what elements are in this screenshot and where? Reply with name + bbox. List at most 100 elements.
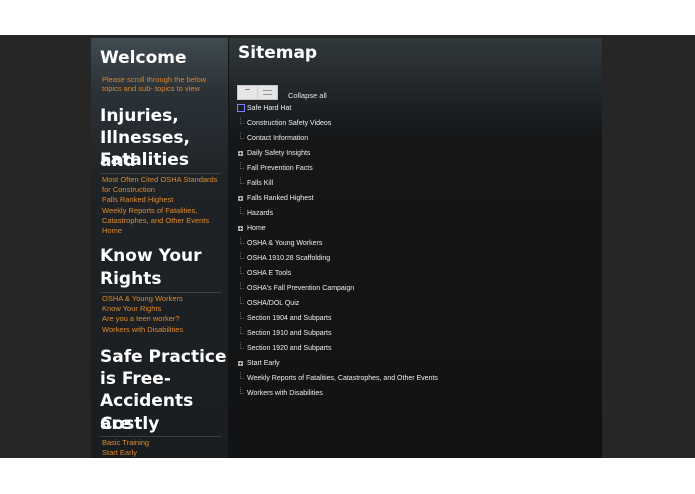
rights-heading-line-1: Know Your bbox=[100, 246, 202, 266]
page-stage: Welcome Please scroll through the below … bbox=[0, 35, 695, 458]
tree-row[interactable]: Hazards bbox=[237, 207, 597, 222]
main-content: Sitemap Collapse all Safe Hard Hat Constr… bbox=[229, 38, 602, 458]
tree-branch-line bbox=[240, 282, 244, 289]
tree-item-label[interactable]: Start Early bbox=[247, 359, 280, 368]
safe-heading-line-2: is Free- bbox=[100, 369, 171, 389]
tree-branch-line bbox=[240, 162, 244, 169]
tree-branch-line bbox=[240, 312, 244, 319]
tree-item-label[interactable]: OSHA/DOL Quiz bbox=[247, 299, 299, 308]
tree-row[interactable]: Falls Ranked Highest bbox=[237, 192, 597, 207]
tree-item-label[interactable]: Weekly Reports of Fatalities, Catastroph… bbox=[247, 374, 438, 383]
list-view-button[interactable] bbox=[258, 86, 278, 99]
tree-item-label[interactable]: Contact Information bbox=[247, 134, 308, 143]
link-know-your-rights[interactable]: Know Your Rights bbox=[102, 304, 220, 314]
tree-row[interactable]: OSHA's Fall Prevention Campaign bbox=[237, 282, 597, 297]
injuries-links: Most Often Cited OSHA Standards for Cons… bbox=[102, 175, 220, 236]
link-basic-training[interactable]: Basic Training bbox=[102, 438, 220, 448]
tree-item-label[interactable]: Falls Ranked Highest bbox=[247, 194, 314, 203]
link-teen-worker[interactable]: Are you a teen worker? bbox=[102, 314, 220, 324]
tree-item-label[interactable]: OSHA E Tools bbox=[247, 269, 291, 278]
safe-links: Basic Training Start Early bbox=[102, 438, 220, 458]
tree-item-label[interactable]: Daily Safety Insights bbox=[247, 149, 310, 158]
tree-row[interactable]: OSHA 1910.28 Scaffolding bbox=[237, 252, 597, 267]
expand-plus-icon[interactable] bbox=[238, 151, 243, 156]
tree-row[interactable]: Construction Safety Videos bbox=[237, 117, 597, 132]
tree-item-label[interactable]: OSHA 1910.28 Scaffolding bbox=[247, 254, 330, 263]
tree-branch-line bbox=[240, 387, 244, 394]
link-most-often-cited-cont[interactable]: for Construction bbox=[102, 185, 220, 195]
link-start-early[interactable]: Start Early bbox=[102, 448, 220, 458]
expand-plus-icon[interactable] bbox=[238, 226, 243, 231]
top-margin bbox=[0, 0, 695, 35]
sitemap-tree: Safe Hard Hat Construction Safety Videos C… bbox=[237, 102, 597, 402]
tree-row[interactable]: Daily Safety Insights bbox=[237, 147, 597, 162]
tree-branch-line bbox=[240, 207, 244, 214]
welcome-subtext-line-2: topics and sub- topics to view bbox=[102, 84, 200, 93]
bottom-margin bbox=[0, 458, 695, 494]
tree-item-label[interactable]: OSHA's Fall Prevention Campaign bbox=[247, 284, 354, 293]
tree-branch-line bbox=[240, 177, 244, 184]
tree-item-label[interactable]: Falls Kill bbox=[247, 179, 273, 188]
link-falls-ranked-highest[interactable]: Falls Ranked Highest bbox=[102, 195, 220, 205]
tree-row[interactable]: Safe Hard Hat bbox=[237, 102, 597, 117]
expand-plus-icon[interactable] bbox=[238, 361, 243, 366]
tree-row[interactable]: OSHA & Young Workers bbox=[237, 237, 597, 252]
tree-item-label[interactable]: Hazards bbox=[247, 209, 273, 218]
expand-all-button[interactable] bbox=[238, 86, 258, 99]
tree-branch-line bbox=[240, 237, 244, 244]
tree-branch-line bbox=[240, 117, 244, 124]
tree-item-label[interactable]: Construction Safety Videos bbox=[247, 119, 331, 128]
injuries-heading-line-3: Fatalities bbox=[100, 150, 189, 170]
sidebar: Welcome Please scroll through the below … bbox=[91, 38, 228, 458]
list-icon bbox=[263, 90, 272, 95]
injuries-heading-line-1: Injuries, bbox=[100, 106, 179, 126]
tree-row[interactable]: OSHA/DOL Quiz bbox=[237, 297, 597, 312]
collapse-all-link[interactable]: Collapse all bbox=[288, 91, 327, 101]
tree-branch-line bbox=[240, 132, 244, 139]
link-most-often-cited[interactable]: Most Often Cited OSHA Standards bbox=[102, 175, 220, 185]
tree-row[interactable]: Weekly Reports of Fatalities, Catastroph… bbox=[237, 372, 597, 387]
tree-branch-line bbox=[240, 327, 244, 334]
link-home[interactable]: Home bbox=[102, 226, 220, 236]
rights-links: OSHA & Young Workers Know Your Rights Ar… bbox=[102, 294, 220, 335]
tree-row[interactable]: Fall Prevention Facts bbox=[237, 162, 597, 177]
tree-toolbar bbox=[237, 85, 278, 100]
tree-row[interactable]: Start Early bbox=[237, 357, 597, 372]
divider bbox=[100, 292, 221, 293]
link-weekly-reports[interactable]: Weekly Reports of Fatalities, bbox=[102, 206, 220, 216]
tree-branch-line bbox=[240, 372, 244, 379]
divider bbox=[100, 173, 221, 174]
safe-heading-line-1: Safe Practice bbox=[100, 347, 227, 367]
tree-item-label[interactable]: Section 1920 and Subparts bbox=[247, 344, 331, 353]
tree-item-label[interactable]: Fall Prevention Facts bbox=[247, 164, 313, 173]
tree-row[interactable]: Home bbox=[237, 222, 597, 237]
rights-heading-line-2: Rights bbox=[100, 269, 162, 289]
tree-item-label[interactable]: Home bbox=[247, 224, 266, 233]
tree-item-label[interactable]: Safe Hard Hat bbox=[247, 104, 291, 113]
link-osha-young-workers[interactable]: OSHA & Young Workers bbox=[102, 294, 220, 304]
tree-branch-line bbox=[240, 342, 244, 349]
tree-branch-line bbox=[240, 297, 244, 304]
tree-row[interactable]: OSHA E Tools bbox=[237, 267, 597, 282]
safe-heading-line-4: Costly bbox=[100, 414, 160, 434]
tree-checkbox-icon[interactable] bbox=[237, 104, 245, 112]
tree-branch-line bbox=[240, 252, 244, 259]
link-workers-disabilities[interactable]: Workers with Disabilities bbox=[102, 325, 220, 335]
tree-branch-line bbox=[240, 267, 244, 274]
tree-row[interactable]: Contact Information bbox=[237, 132, 597, 147]
tree-item-label[interactable]: Workers with Disabilities bbox=[247, 389, 323, 398]
tree-item-label[interactable]: OSHA & Young Workers bbox=[247, 239, 322, 248]
link-weekly-reports-cont[interactable]: Catastrophes, and Other Events bbox=[102, 216, 220, 226]
tree-row[interactable]: Section 1910 and Subparts bbox=[237, 327, 597, 342]
tree-item-label[interactable]: Section 1904 and Subparts bbox=[247, 314, 331, 323]
tree-row[interactable]: Falls Kill bbox=[237, 177, 597, 192]
tree-row[interactable]: Section 1920 and Subparts bbox=[237, 342, 597, 357]
tree-row[interactable]: Section 1904 and Subparts bbox=[237, 312, 597, 327]
expand-icon bbox=[245, 89, 250, 94]
divider bbox=[100, 436, 221, 437]
welcome-heading: Welcome bbox=[100, 48, 187, 68]
tree-row[interactable]: Workers with Disabilities bbox=[237, 387, 597, 402]
welcome-subtext-line-1: Please scroll through the below bbox=[102, 75, 207, 84]
expand-plus-icon[interactable] bbox=[238, 196, 243, 201]
tree-item-label[interactable]: Section 1910 and Subparts bbox=[247, 329, 331, 338]
